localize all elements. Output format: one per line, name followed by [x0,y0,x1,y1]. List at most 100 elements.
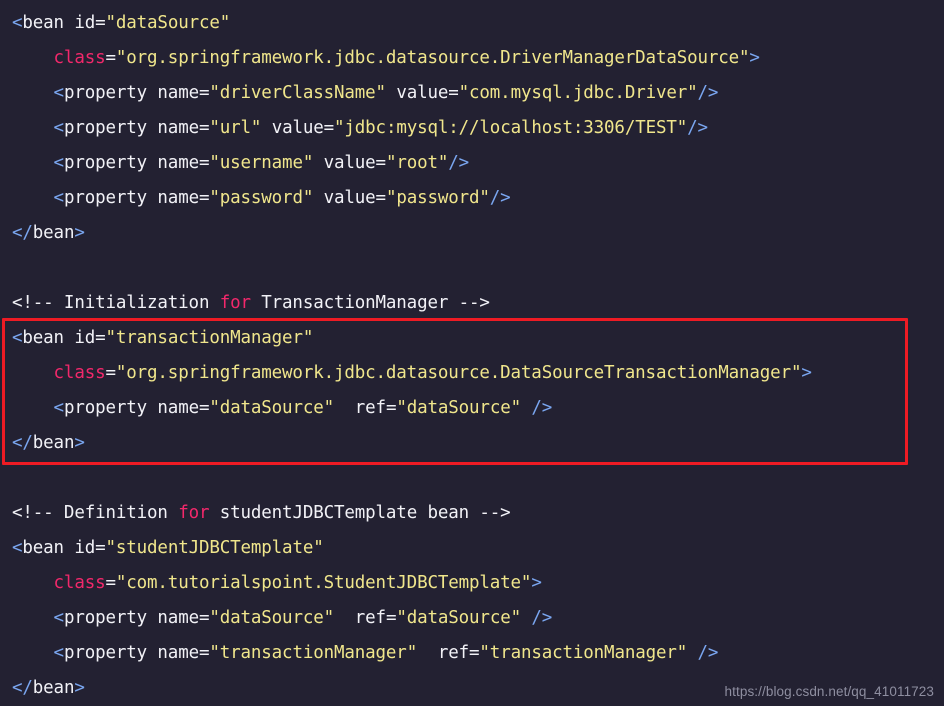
token-str: "jdbc:mysql://localhost:3306/TEST" [334,118,688,138]
token-tag: bean [32,223,75,243]
code-screenshot: <bean id="dataSource" class="org.springf… [0,0,944,705]
token-attr: id [74,328,96,348]
token-punct: < [12,538,23,558]
token-eq: = [323,118,335,138]
token-punct: </ [12,678,33,698]
token-str: "transactionManager" [105,328,314,348]
token-tag: property [63,83,148,103]
token-str: "dataSource" [396,398,521,418]
token-punct: > [801,363,812,383]
token-str: "studentJDBCTemplate" [105,538,324,558]
watermark-url: https://blog.csdn.net/qq_41011723 [724,684,934,699]
code-line: <property name="dataSource" ref="dataSou… [0,601,944,636]
token-attr: name [157,608,199,628]
token-eq: = [198,118,210,138]
code-line: <bean id="transactionManager" [0,321,944,356]
token-eq: = [95,538,106,558]
code-line: </bean> [0,216,944,251]
token-str: "username" [209,153,314,173]
token-tag: property [63,398,148,418]
token-attr: name [157,188,199,208]
token-str: "password" [385,188,490,208]
token-eq: = [198,398,210,418]
token-str: "dataSource" [105,13,231,33]
code-line: <property name="dataSource" ref="dataSou… [0,391,944,426]
token-eq: = [105,363,116,383]
token-str: "driverClassName" [209,83,386,103]
token-attr: ref [354,398,386,418]
token-punct: < [53,398,65,418]
code-line: <!-- Initialization for TransactionManag… [0,286,944,321]
code-line: <property name="transactionManager" ref=… [0,636,944,671]
token-punct: </ [12,223,33,243]
token-eq: = [375,188,387,208]
token-eq: = [375,153,387,173]
token-str: "com.tutorialspoint.StudentJDBCTemplate" [115,573,532,593]
token-attr: name [157,398,199,418]
token-punct: < [12,13,23,33]
token-attr-kw: class [53,363,106,383]
token-comment: studentJDBCTemplate bean --> [209,503,511,523]
token-tag: bean [22,328,64,348]
token-eq: = [198,643,210,663]
token-eq: = [385,398,397,418]
token-tag: bean [32,433,75,453]
token-attr: value [323,188,376,208]
token-attr: value [396,83,449,103]
token-comment: <!-- Definition [12,503,179,523]
token-attr-kw: class [53,48,106,68]
code-line: <bean id="studentJDBCTemplate" [0,531,944,566]
token-str: "org.springframework.jdbc.datasource.Dat… [115,363,802,383]
token-str: "dataSource" [209,608,334,628]
token-tag: bean [22,538,64,558]
token-attr: name [157,118,199,138]
code-line: </bean> [0,426,944,461]
token-str: "transactionManager" [479,643,688,663]
token-punct: < [53,83,65,103]
token-eq: = [198,608,210,628]
token-attr-kw: class [53,573,106,593]
token-punct: /> [531,398,553,418]
token-punct: > [74,678,85,698]
token-eq: = [105,573,116,593]
token-eq: = [385,608,397,628]
token-eq: = [469,643,480,663]
token-attr: id [74,538,96,558]
token-kw: for [219,293,251,313]
token-attr: value [323,153,376,173]
token-attr: ref [354,608,386,628]
token-punct: > [749,48,760,68]
token-attr: ref [437,643,470,663]
code-line: class="com.tutorialspoint.StudentJDBCTem… [0,566,944,601]
token-punct: < [53,188,65,208]
token-punct: < [53,118,65,138]
token-punct: < [12,328,23,348]
token-punct: /> [489,188,511,208]
token-tag: property [63,608,148,628]
code-line: <property name="url" value="jdbc:mysql:/… [0,111,944,146]
code-line: <property name="username" value="root"/> [0,146,944,181]
token-punct: /> [531,608,553,628]
token-tag: property [63,188,148,208]
token-str: "com.mysql.jdbc.Driver" [458,83,698,103]
